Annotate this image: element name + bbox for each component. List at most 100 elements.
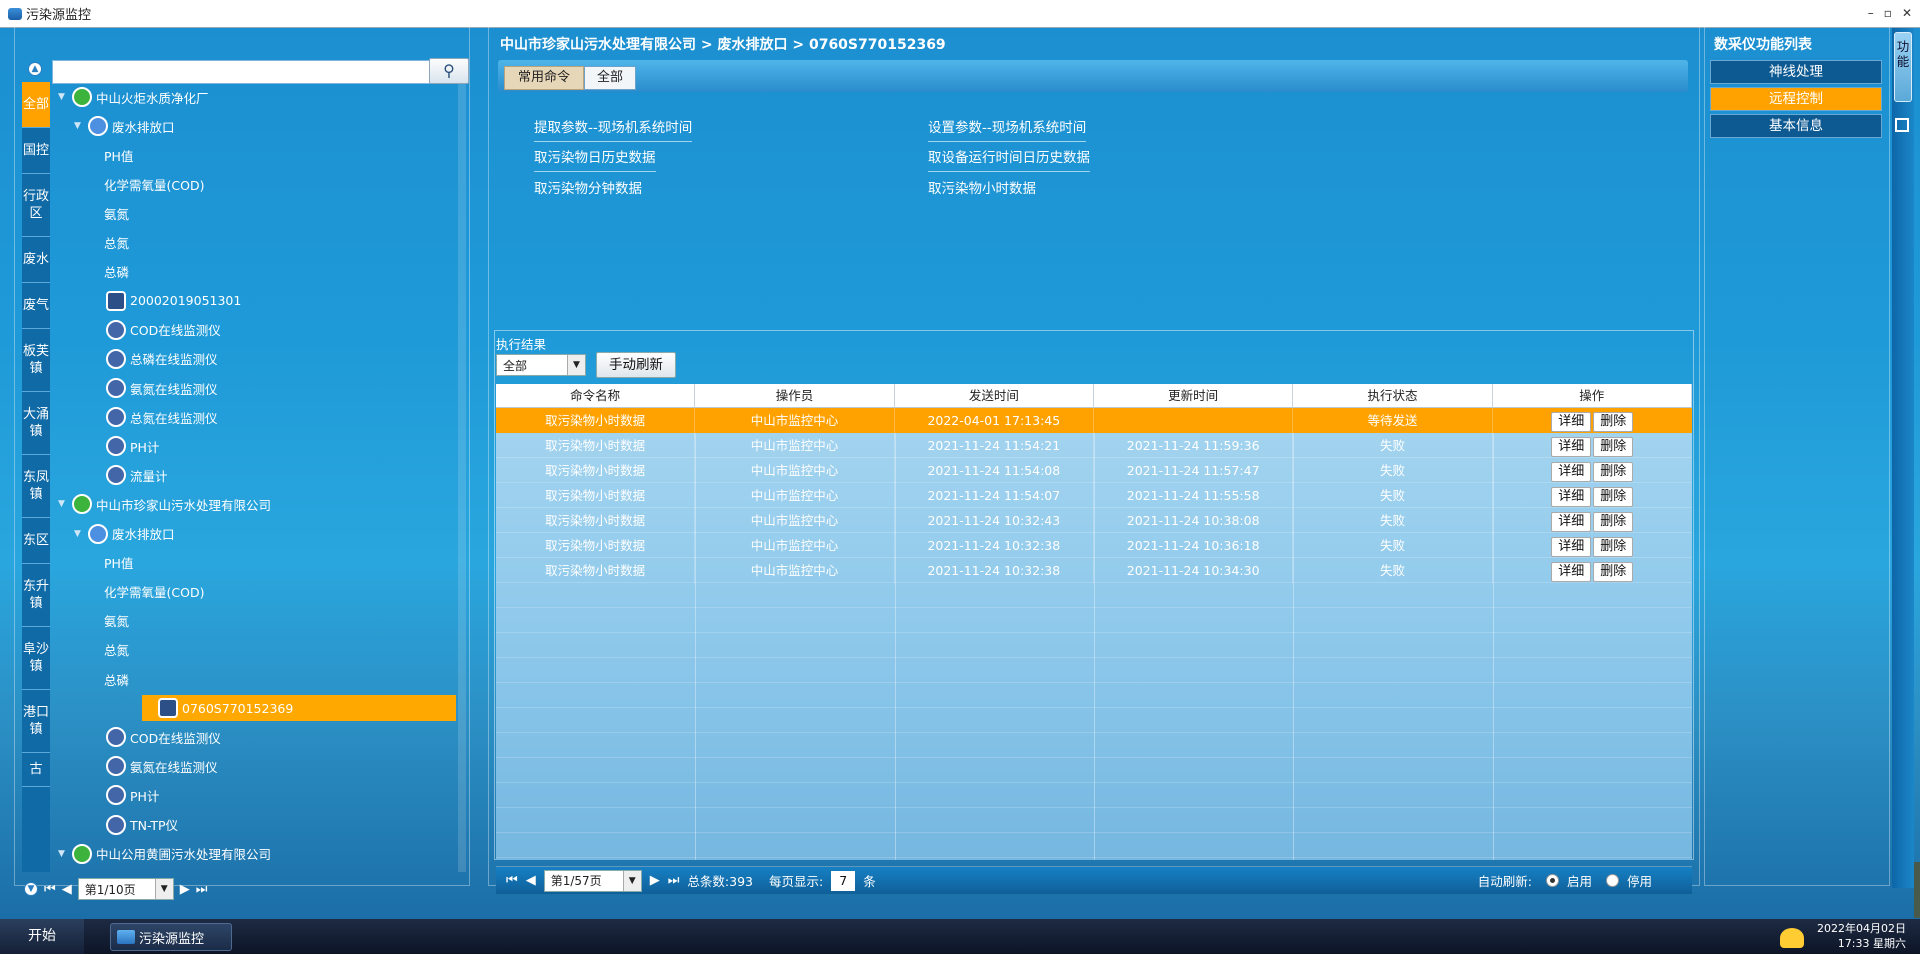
command-link[interactable]: 取污染物小时数据 xyxy=(928,177,1036,202)
table-row[interactable]: 取污染物小时数据 中山市监控中心 2021-11-24 10:32:43 2021-1… xyxy=(496,508,1692,533)
tab-region[interactable]: 港口镇 xyxy=(22,690,50,753)
tab-region[interactable]: 板芙镇 xyxy=(22,329,50,392)
first-page-icon[interactable]: ⏮ xyxy=(506,873,518,888)
delete-button[interactable]: 删除 xyxy=(1593,462,1634,482)
detail-button[interactable]: 详细 xyxy=(1551,437,1592,457)
tab-region[interactable]: 东凤镇 xyxy=(22,455,50,518)
detail-button[interactable]: 详细 xyxy=(1551,412,1592,432)
minimize-icon[interactable]: – xyxy=(1868,6,1874,20)
tree-node[interactable]: ▼ 中山公用黄圃污水处理有限公司 xyxy=(58,841,271,866)
expand-arrow-icon[interactable]: ▼ xyxy=(58,499,68,509)
expand-arrow-icon[interactable]: ▼ xyxy=(58,849,68,859)
tree-node[interactable]: 化学需氧量(COD) xyxy=(104,171,204,197)
detail-button[interactable]: 详细 xyxy=(1551,537,1592,557)
tree-node[interactable]: 总磷 xyxy=(104,666,129,692)
tab-region[interactable]: 阜沙镇 xyxy=(22,627,50,690)
tab-region[interactable]: 大涌镇 xyxy=(22,392,50,455)
tab-common-commands[interactable]: 常用命令 xyxy=(504,66,584,90)
next-page-icon[interactable]: ▶ xyxy=(180,882,190,897)
tree-scrollbar[interactable] xyxy=(458,84,466,872)
command-link[interactable]: 设置参数--现场机系统时间 xyxy=(928,116,1087,142)
tree-node[interactable]: 氨氮 xyxy=(104,608,129,634)
tree-node[interactable]: 总氮 xyxy=(104,637,129,663)
start-button[interactable]: 开始 xyxy=(0,919,84,954)
tab-region[interactable]: 废气 xyxy=(22,283,50,329)
detail-button[interactable]: 详细 xyxy=(1551,562,1592,582)
detail-button[interactable]: 详细 xyxy=(1551,487,1592,507)
page-select[interactable]: 第1/57页 ▼ xyxy=(543,869,642,892)
tree-node[interactable]: 总氮在线监测仪 xyxy=(106,404,218,430)
tree-node[interactable]: 0760S770152369 xyxy=(142,695,456,722)
table-row[interactable]: 取污染物小时数据 中山市监控中心 2021-11-24 10:32:38 2021-1… xyxy=(496,533,1692,558)
tree-node[interactable]: ▼ 中山市珍家山污水处理有限公司 xyxy=(58,491,271,517)
side-tab-functions[interactable]: 功能 xyxy=(1894,32,1912,102)
tree-node[interactable]: 氨氮在线监测仪 xyxy=(106,375,218,401)
delete-button[interactable]: 删除 xyxy=(1593,412,1634,432)
tree-node[interactable]: PH计 xyxy=(106,782,159,808)
tree-node[interactable]: 总磷 xyxy=(104,259,129,285)
prev-page-icon[interactable]: ◀ xyxy=(526,873,536,888)
search-input[interactable] xyxy=(52,60,436,84)
tree-node[interactable]: PH值 xyxy=(104,550,133,576)
tab-region[interactable]: 废水 xyxy=(22,237,50,283)
last-page-icon[interactable]: ⏭ xyxy=(196,882,208,897)
tab-region[interactable]: 东升镇 xyxy=(22,564,50,627)
table-row[interactable]: 取污染物小时数据 中山市监控中心 2022-04-01 17:13:45 等待发送 详细… xyxy=(496,408,1692,433)
taskbar-app-item[interactable]: 污染源监控 xyxy=(110,923,232,951)
expand-arrow-icon[interactable]: ▼ xyxy=(58,92,68,102)
tree-node[interactable]: 化学需氧量(COD) xyxy=(104,579,204,605)
command-link[interactable]: 取污染物日历史数据 xyxy=(534,146,656,172)
tab-region[interactable]: 古 xyxy=(22,753,50,787)
menu-item-remote-control[interactable]: 远程控制 xyxy=(1710,87,1882,111)
tab-region[interactable]: 行政区 xyxy=(22,174,50,237)
command-link[interactable]: 取污染物分钟数据 xyxy=(534,177,642,202)
collapse-up-icon[interactable]: ▲ xyxy=(28,62,42,76)
tree-node[interactable]: 氨氮 xyxy=(104,200,129,226)
table-row[interactable]: 取污染物小时数据 中山市监控中心 2021-11-24 10:32:38 2021-1… xyxy=(496,558,1692,583)
auto-refresh-on-radio[interactable] xyxy=(1545,874,1559,887)
table-row[interactable]: 取污染物小时数据 中山市监控中心 2021-11-24 11:54:21 2021-1… xyxy=(496,433,1692,458)
delete-button[interactable]: 删除 xyxy=(1593,437,1634,457)
tree-node[interactable]: ▼ 废水排放口 xyxy=(74,521,175,547)
tree-node[interactable]: PH值 xyxy=(104,142,133,168)
menu-item-line-process[interactable]: 神线处理 xyxy=(1710,60,1882,84)
last-page-icon[interactable]: ⏭ xyxy=(668,873,680,888)
status-filter-select[interactable]: 全部 ▼ xyxy=(496,354,586,376)
tree-node[interactable]: PH计 xyxy=(106,433,159,459)
delete-button[interactable]: 删除 xyxy=(1593,562,1634,582)
left-page-select[interactable]: 第1/10页 ▼ xyxy=(77,878,174,900)
tree-node[interactable]: ▼ 废水排放口 xyxy=(74,113,175,139)
per-page-input[interactable]: 7 xyxy=(831,870,856,891)
delete-button[interactable]: 删除 xyxy=(1593,537,1634,557)
manual-refresh-button[interactable]: 手动刷新 xyxy=(596,352,676,378)
detail-button[interactable]: 详细 xyxy=(1551,512,1592,532)
tree-node[interactable]: 流量计 xyxy=(106,462,168,488)
prev-page-icon[interactable]: ◀ xyxy=(62,882,72,897)
tree-node[interactable]: 氨氮在线监测仪 xyxy=(106,753,218,779)
tree-node[interactable]: 总磷在线监测仪 xyxy=(106,346,218,372)
tab-region[interactable]: 全部 xyxy=(22,82,50,128)
search-button[interactable]: ⚲ xyxy=(429,58,469,84)
tree-node[interactable]: 总氮 xyxy=(104,230,129,256)
command-link[interactable]: 取设备运行时间日历史数据 xyxy=(928,146,1090,172)
delete-button[interactable]: 删除 xyxy=(1593,512,1634,532)
tab-region[interactable]: 东区 xyxy=(22,518,50,564)
restore-icon[interactable]: ▫ xyxy=(1884,6,1892,20)
window-toggle-icon[interactable] xyxy=(1895,118,1909,132)
menu-item-basic-info[interactable]: 基本信息 xyxy=(1710,114,1882,138)
expand-arrow-icon[interactable]: ▼ xyxy=(74,121,84,131)
close-icon[interactable]: ✕ xyxy=(1902,6,1912,20)
tree-node[interactable]: COD在线监测仪 xyxy=(106,724,221,750)
table-row[interactable]: 取污染物小时数据 中山市监控中心 2021-11-24 11:54:08 2021-1… xyxy=(496,458,1692,483)
expand-arrow-icon[interactable]: ▼ xyxy=(74,529,84,539)
detail-button[interactable]: 详细 xyxy=(1551,462,1592,482)
tab-region[interactable]: 国控 xyxy=(22,128,50,174)
first-page-icon[interactable]: ⏮ xyxy=(44,882,56,897)
user-tray-icon[interactable] xyxy=(1780,928,1804,948)
collapse-down-icon[interactable]: ▼ xyxy=(24,882,38,896)
tree-node[interactable]: ▼ 中山火炬水质净化厂 xyxy=(58,84,209,110)
tree-node[interactable]: COD在线监测仪 xyxy=(106,317,221,343)
delete-button[interactable]: 删除 xyxy=(1593,487,1634,507)
auto-refresh-off-radio[interactable] xyxy=(1605,874,1619,887)
table-row[interactable]: 取污染物小时数据 中山市监控中心 2021-11-24 11:54:07 2021-1… xyxy=(496,483,1692,508)
